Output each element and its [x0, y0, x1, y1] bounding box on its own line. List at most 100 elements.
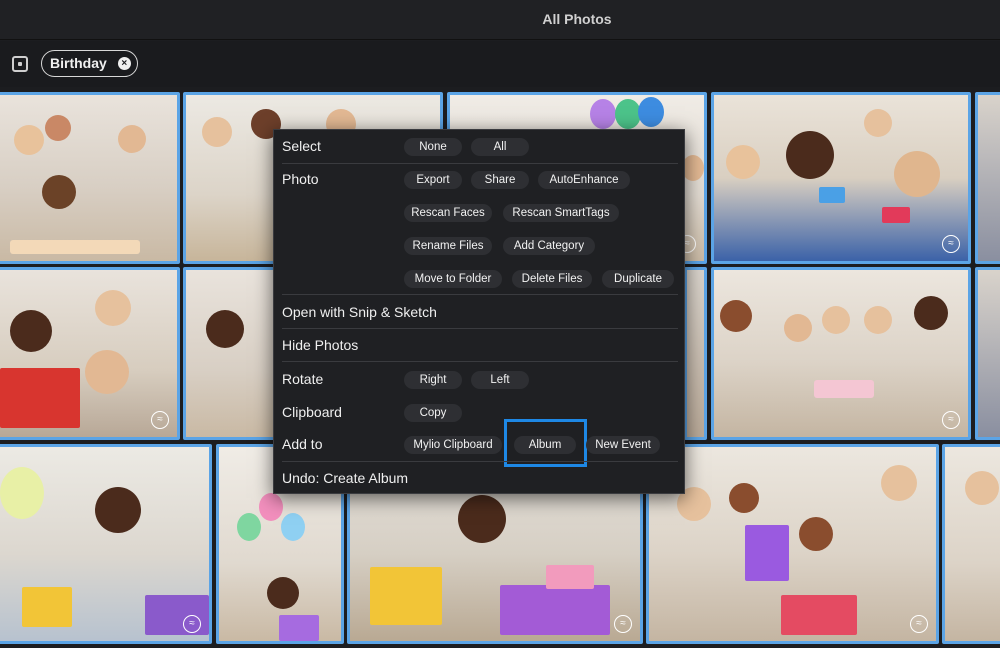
person-shape: [682, 155, 704, 181]
photo-thumbnail: [978, 95, 1000, 261]
person-shape: [786, 131, 834, 179]
person-shape: [42, 175, 76, 209]
person-shape: [85, 350, 129, 394]
photo-thumbnail: [687, 270, 704, 437]
balloon-shape: [615, 99, 641, 129]
move-to-folder-button[interactable]: Move to Folder: [404, 270, 502, 288]
person-shape: [267, 577, 299, 609]
app-window: All Photos Birthday × ≈ ≈ ≈ ≈ ≈ ≈ ≈ Sele…: [0, 0, 1000, 648]
delete-files-button[interactable]: Delete Files: [512, 270, 592, 288]
balloon-shape: [590, 99, 616, 129]
person-shape: [881, 465, 917, 501]
photo-tile[interactable]: [684, 267, 707, 440]
menu-divider: [282, 461, 678, 462]
photo-tile[interactable]: ≈: [0, 267, 180, 440]
rename-files-button[interactable]: Rename Files: [404, 237, 492, 255]
person-shape: [726, 145, 760, 179]
gift-shape: [0, 368, 80, 428]
filter-icon[interactable]: [12, 56, 28, 72]
rotate-left-button[interactable]: Left: [471, 371, 529, 389]
menu-label-add-to: Add to: [282, 436, 323, 452]
rescan-smarttags-button[interactable]: Rescan SmartTags: [503, 204, 619, 222]
person-shape: [202, 117, 232, 147]
open-with-item[interactable]: Open with Snip & Sketch: [282, 304, 437, 320]
photo-thumbnail: [0, 95, 177, 261]
person-shape: [10, 310, 52, 352]
photo-tile[interactable]: ≈: [646, 444, 939, 644]
title-bar: All Photos: [0, 0, 1000, 40]
photo-thumbnail: [945, 447, 1000, 641]
photo-tile[interactable]: [942, 444, 1000, 644]
photo-tile[interactable]: ≈: [711, 92, 971, 264]
balloon-shape: [0, 467, 44, 519]
cake-shape: [814, 380, 874, 398]
edited-badge-icon: ≈: [614, 615, 632, 633]
person-shape: [14, 125, 44, 155]
filter-chip-label: Birthday: [50, 55, 107, 71]
photo-thumbnail: [186, 270, 275, 437]
party-horn-shape: [819, 187, 845, 203]
menu-label-rotate: Rotate: [282, 371, 324, 387]
rescan-faces-button[interactable]: Rescan Faces: [404, 204, 492, 222]
filter-bar: Birthday ×: [0, 41, 1000, 87]
photo-thumbnail: [0, 270, 177, 437]
gift-shape: [22, 587, 72, 627]
new-event-button[interactable]: New Event: [586, 436, 660, 454]
export-button[interactable]: Export: [404, 171, 462, 189]
autoenhance-button[interactable]: AutoEnhance: [538, 171, 630, 189]
photo-thumbnail: [714, 270, 968, 437]
gift-shape: [370, 567, 442, 625]
menu-label-photo: Photo: [282, 171, 319, 187]
context-menu: Select None All Photo Export Share AutoE…: [273, 129, 685, 494]
select-none-button[interactable]: None: [404, 138, 462, 156]
person-shape: [45, 115, 71, 141]
person-shape: [206, 310, 244, 348]
filter-chip[interactable]: Birthday ×: [41, 50, 138, 77]
menu-label-select: Select: [282, 138, 321, 154]
select-all-button[interactable]: All: [471, 138, 529, 156]
person-shape: [864, 109, 892, 137]
person-shape: [784, 314, 812, 342]
person-shape: [118, 125, 146, 153]
photo-tile[interactable]: ≈: [0, 444, 212, 644]
person-shape: [729, 483, 759, 513]
photo-thumbnail: [649, 447, 936, 641]
person-shape: [95, 487, 141, 533]
edited-badge-icon: ≈: [942, 235, 960, 253]
menu-label-clipboard: Clipboard: [282, 404, 342, 420]
photo-tile[interactable]: [0, 92, 180, 264]
add-category-button[interactable]: Add Category: [503, 237, 595, 255]
gift-shape: [745, 525, 789, 581]
photo-tile[interactable]: [183, 267, 278, 440]
balloon-shape: [259, 493, 283, 521]
album-highlight-frame: [504, 419, 587, 467]
share-button[interactable]: Share: [471, 171, 529, 189]
person-shape: [95, 290, 131, 326]
close-icon[interactable]: ×: [117, 57, 131, 70]
photo-tile[interactable]: [975, 267, 1000, 440]
menu-divider: [282, 361, 678, 362]
person-shape: [864, 306, 892, 334]
person-shape: [799, 517, 833, 551]
menu-divider: [282, 163, 678, 164]
mylio-clipboard-button[interactable]: Mylio Clipboard: [404, 436, 502, 454]
person-shape: [720, 300, 752, 332]
cake-shape: [10, 240, 140, 254]
hide-photos-item[interactable]: Hide Photos: [282, 337, 358, 353]
rotate-right-button[interactable]: Right: [404, 371, 462, 389]
edited-badge-icon: ≈: [151, 411, 169, 429]
photo-tile[interactable]: ≈: [711, 267, 971, 440]
gift-shape: [546, 565, 594, 589]
gift-shape: [279, 615, 319, 641]
photo-tile[interactable]: [975, 92, 1000, 264]
undo-item[interactable]: Undo: Create Album: [282, 470, 408, 486]
edited-badge-icon: ≈: [183, 615, 201, 633]
copy-button[interactable]: Copy: [404, 404, 462, 422]
photo-thumbnail: [0, 447, 209, 641]
duplicate-button[interactable]: Duplicate: [602, 270, 674, 288]
party-horn-shape: [882, 207, 910, 223]
person-shape: [822, 306, 850, 334]
gift-shape: [781, 595, 857, 635]
balloon-shape: [638, 97, 664, 127]
person-shape: [458, 495, 506, 543]
